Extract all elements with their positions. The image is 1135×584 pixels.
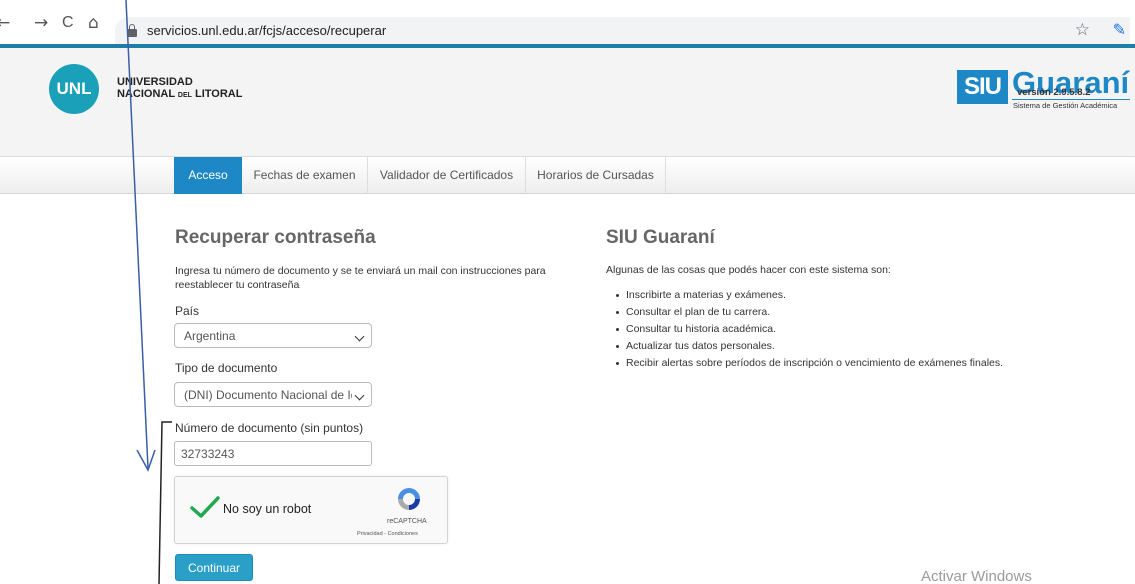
back-arrow-icon[interactable]: ←: [0, 14, 10, 32]
recaptcha-links[interactable]: Privacidad - Condiciones: [357, 531, 418, 537]
list-item: Consultar tu historia académica.: [616, 322, 1046, 336]
doc-type-select[interactable]: (DNI) Documento Nacional de Identidad: [174, 382, 372, 407]
browser-toolbar: ← → C ⌂ servicios.unl.edu.ar/fcjs/acceso…: [0, 0, 1135, 45]
continue-button[interactable]: Continuar: [175, 554, 253, 581]
extension-icon[interactable]: ✎: [1113, 20, 1126, 39]
chevron-down-icon: [354, 331, 365, 342]
logo-divider: [1012, 99, 1130, 100]
siu-logo-box: SIU: [957, 70, 1008, 104]
doc-number-input[interactable]: 32733243: [174, 441, 372, 466]
country-label: País: [175, 304, 200, 318]
home-icon[interactable]: ⌂: [88, 14, 99, 32]
annotation-bracket: [158, 421, 172, 584]
logo-subtitle: Sistema de Gestión Académica: [1013, 101, 1118, 110]
tab-validador-de-certificados[interactable]: Validador de Certificados: [368, 157, 526, 194]
checkmark-icon[interactable]: [190, 495, 220, 519]
url-text[interactable]: servicios.unl.edu.ar/fcjs/acceso/recuper…: [147, 23, 386, 38]
forward-arrow-icon[interactable]: →: [34, 14, 48, 32]
main-nav: Acceso Fechas de examen Validador de Cer…: [0, 156, 1135, 194]
recaptcha-logo-icon: [398, 488, 420, 510]
doc-type-label: Tipo de documento: [175, 361, 278, 375]
form-intro: Ingresa tu número de documento y se te e…: [175, 265, 546, 291]
tab-horarios-de-cursadas[interactable]: Horarios de Cursadas: [526, 157, 666, 194]
captcha-label[interactable]: No soy un robot: [223, 502, 311, 516]
page-title: Recuperar contraseña: [175, 227, 376, 248]
recaptcha-widget: No soy un robot reCAPTCHA Privacidad - C…: [174, 476, 448, 544]
list-item: Actualizar tus datos personales.: [616, 339, 1046, 353]
info-intro: Algunas de las cosas que podés hacer con…: [606, 264, 891, 276]
doc-type-select-value: (DNI) Documento Nacional de Identidad: [184, 388, 352, 402]
lock-icon: [127, 24, 137, 37]
bookmark-star-icon[interactable]: ☆: [1075, 20, 1090, 40]
chevron-down-icon: [354, 390, 365, 401]
doc-number-label: Número de documento (sin puntos): [175, 421, 364, 435]
university-name-line1: UNIVERSIDAD: [117, 76, 193, 88]
list-item: Inscribirte a materias y exámenes.: [616, 288, 1046, 302]
list-item: Consultar el plan de tu carrera.: [616, 305, 1046, 319]
reload-icon[interactable]: C: [62, 14, 74, 32]
address-bar[interactable]: servicios.unl.edu.ar/fcjs/acceso/recuper…: [115, 17, 1130, 45]
tab-fechas-de-examen[interactable]: Fechas de examen: [242, 157, 368, 194]
list-item: Recibir alertas sobre períodos de inscri…: [616, 356, 1046, 370]
windows-activation-watermark: Activar Windows: [921, 568, 1032, 584]
feature-list: Inscribirte a materias y exámenes. Consu…: [616, 288, 1046, 373]
version-label: versión 2.9.5.8.2: [1017, 87, 1091, 98]
country-select[interactable]: Argentina: [174, 323, 372, 348]
site-header: UNL UNIVERSIDAD NACIONAL DEL LITORAL SIU…: [0, 48, 1135, 156]
country-select-value: Argentina: [184, 329, 236, 343]
recaptcha-brand: reCAPTCHA: [387, 518, 427, 525]
info-title: SIU Guaraní: [606, 227, 715, 248]
unl-logo[interactable]: UNL: [49, 64, 99, 114]
tab-acceso[interactable]: Acceso: [174, 157, 242, 194]
university-name: UNIVERSIDAD NACIONAL DEL LITORAL: [117, 76, 242, 102]
university-name-line2: NACIONAL DEL LITORAL: [117, 88, 243, 100]
